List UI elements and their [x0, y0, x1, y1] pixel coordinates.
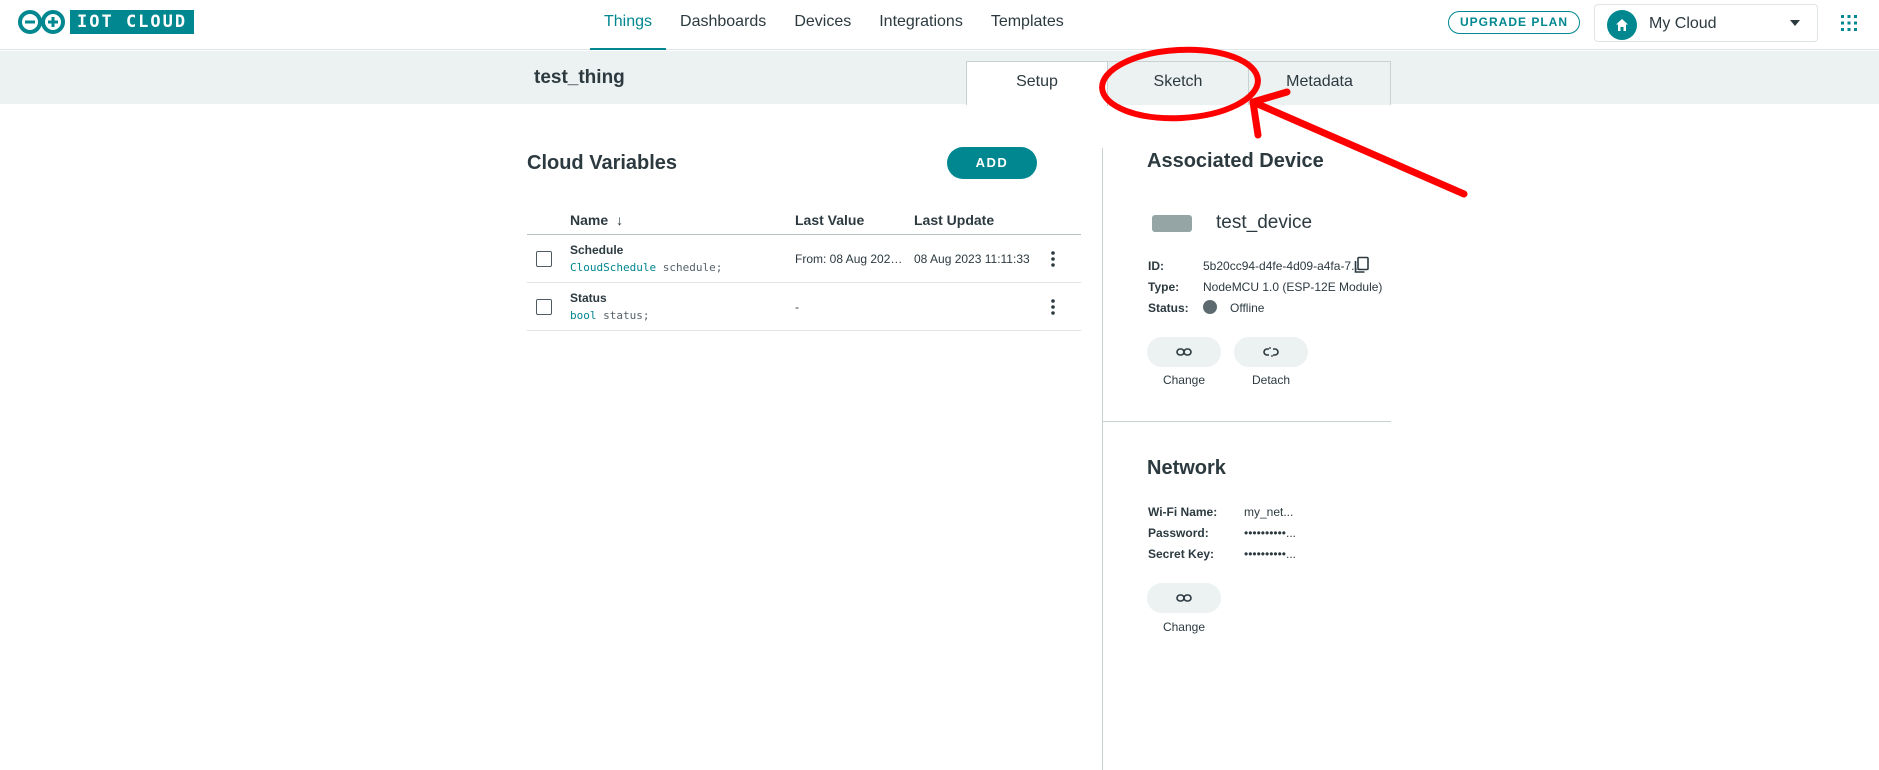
annotation-arrow-head-lower	[1249, 98, 1262, 139]
tab-setup[interactable]: Setup	[967, 62, 1108, 106]
more-options-icon[interactable]	[1045, 249, 1061, 269]
top-navigation-bar: IOT CLOUD Things Dashboards Devices Inte…	[0, 0, 1879, 50]
change-device-button[interactable]	[1147, 337, 1221, 367]
device-name[interactable]: test_device	[1216, 212, 1312, 234]
variable-name: Status	[570, 291, 607, 305]
upgrade-plan-button[interactable]: UPGRADE PLAN	[1448, 11, 1580, 34]
device-board-icon	[1152, 215, 1192, 232]
thing-header: test_thing Setup Sketch Metadata	[0, 51, 1879, 106]
variable-identifier: status;	[596, 309, 650, 322]
space-name: My Cloud	[1649, 15, 1717, 32]
associated-device-title: Associated Device	[1147, 150, 1324, 172]
red-annotation-overlay	[1099, 46, 1468, 198]
table-row[interactable]: Status bool status; -	[527, 283, 1081, 331]
variable-last-update: 08 Aug 2023 11:11:33	[914, 252, 1030, 266]
password-label: Password:	[1148, 526, 1209, 540]
nav-dashboards[interactable]: Dashboards	[666, 0, 780, 50]
change-network-button[interactable]	[1147, 583, 1221, 613]
main-nav: Things Dashboards Devices Integrations T…	[590, 0, 1078, 50]
device-status-value: Offline	[1230, 301, 1265, 315]
variable-name: Schedule	[570, 243, 624, 257]
table-row[interactable]: Schedule CloudSchedule schedule; From: 0…	[527, 235, 1081, 283]
caret-down-icon	[1790, 20, 1800, 26]
arrow-down-icon: ↓	[616, 212, 624, 228]
home-icon	[1607, 10, 1637, 40]
variable-last-value: -	[795, 300, 799, 314]
column-header-last-update: Last Update	[914, 212, 995, 228]
column-header-name[interactable]: Name ↓	[570, 212, 623, 228]
secret-key-label: Secret Key:	[1148, 547, 1215, 561]
copy-icon[interactable]	[1353, 256, 1371, 274]
thing-tabs: Setup Sketch Metadata	[966, 61, 1391, 106]
cloud-variables-title: Cloud Variables	[527, 152, 678, 174]
row-checkbox[interactable]	[536, 251, 552, 267]
more-options-icon[interactable]	[1045, 297, 1061, 317]
add-variable-button[interactable]: ADD	[947, 147, 1037, 179]
detach-device-label[interactable]: Detach	[1234, 373, 1308, 387]
arduino-infinity-icon	[18, 10, 65, 34]
detach-device-button[interactable]	[1234, 337, 1308, 367]
change-device-label[interactable]: Change	[1147, 373, 1221, 387]
network-title: Network	[1147, 457, 1226, 479]
link-icon	[1176, 594, 1192, 602]
logo-text: IOT CLOUD	[70, 10, 195, 34]
section-divider	[1103, 421, 1391, 422]
nav-devices[interactable]: Devices	[780, 0, 865, 50]
nav-things[interactable]: Things	[590, 0, 667, 50]
device-type-value: NodeMCU 1.0 (ESP-12E Module)	[1203, 280, 1383, 294]
variable-type: bool	[570, 309, 597, 322]
wifi-name-label: Wi-Fi Name:	[1148, 505, 1218, 519]
arduino-iot-cloud-logo[interactable]: IOT CLOUD	[17, 10, 195, 34]
variable-declaration: bool status;	[570, 309, 649, 322]
device-id-value: 5b20cc94-d4fe-4d09-a4fa-7...	[1203, 259, 1362, 273]
status-indicator	[1203, 300, 1217, 314]
device-type-label: Type:	[1148, 280, 1180, 294]
tab-metadata[interactable]: Metadata	[1249, 62, 1390, 105]
wifi-name-value: my_net...	[1244, 505, 1294, 519]
device-id-label: ID:	[1148, 259, 1164, 273]
variable-identifier: schedule;	[656, 261, 723, 274]
nav-templates[interactable]: Templates	[977, 0, 1078, 50]
apps-grid-icon[interactable]	[1839, 13, 1859, 33]
link-icon	[1176, 348, 1192, 356]
row-checkbox[interactable]	[536, 299, 552, 315]
variable-last-value: From: 08 Aug 2023 ...	[795, 252, 907, 266]
annotation-arrow-shaft	[1249, 98, 1468, 198]
column-header-last-value: Last Value	[795, 212, 865, 228]
change-network-label[interactable]: Change	[1147, 620, 1221, 634]
variables-table: Name ↓ Last Value Last Update Schedule Cl…	[527, 208, 1081, 331]
table-header: Name ↓ Last Value Last Update	[527, 208, 1081, 235]
tab-sketch[interactable]: Sketch	[1108, 62, 1249, 105]
unlink-icon	[1263, 347, 1279, 357]
variable-declaration: CloudSchedule schedule;	[570, 261, 722, 274]
variable-type: CloudSchedule	[570, 261, 657, 274]
device-status-label: Status:	[1148, 301, 1189, 315]
nav-integrations[interactable]: Integrations	[865, 0, 977, 50]
panel-divider	[1102, 148, 1103, 770]
password-value: ••••••••••...	[1244, 526, 1297, 540]
space-selector[interactable]: My Cloud	[1594, 4, 1818, 42]
secret-key-value: ••••••••••...	[1244, 547, 1297, 561]
thing-title: test_thing	[534, 67, 625, 88]
